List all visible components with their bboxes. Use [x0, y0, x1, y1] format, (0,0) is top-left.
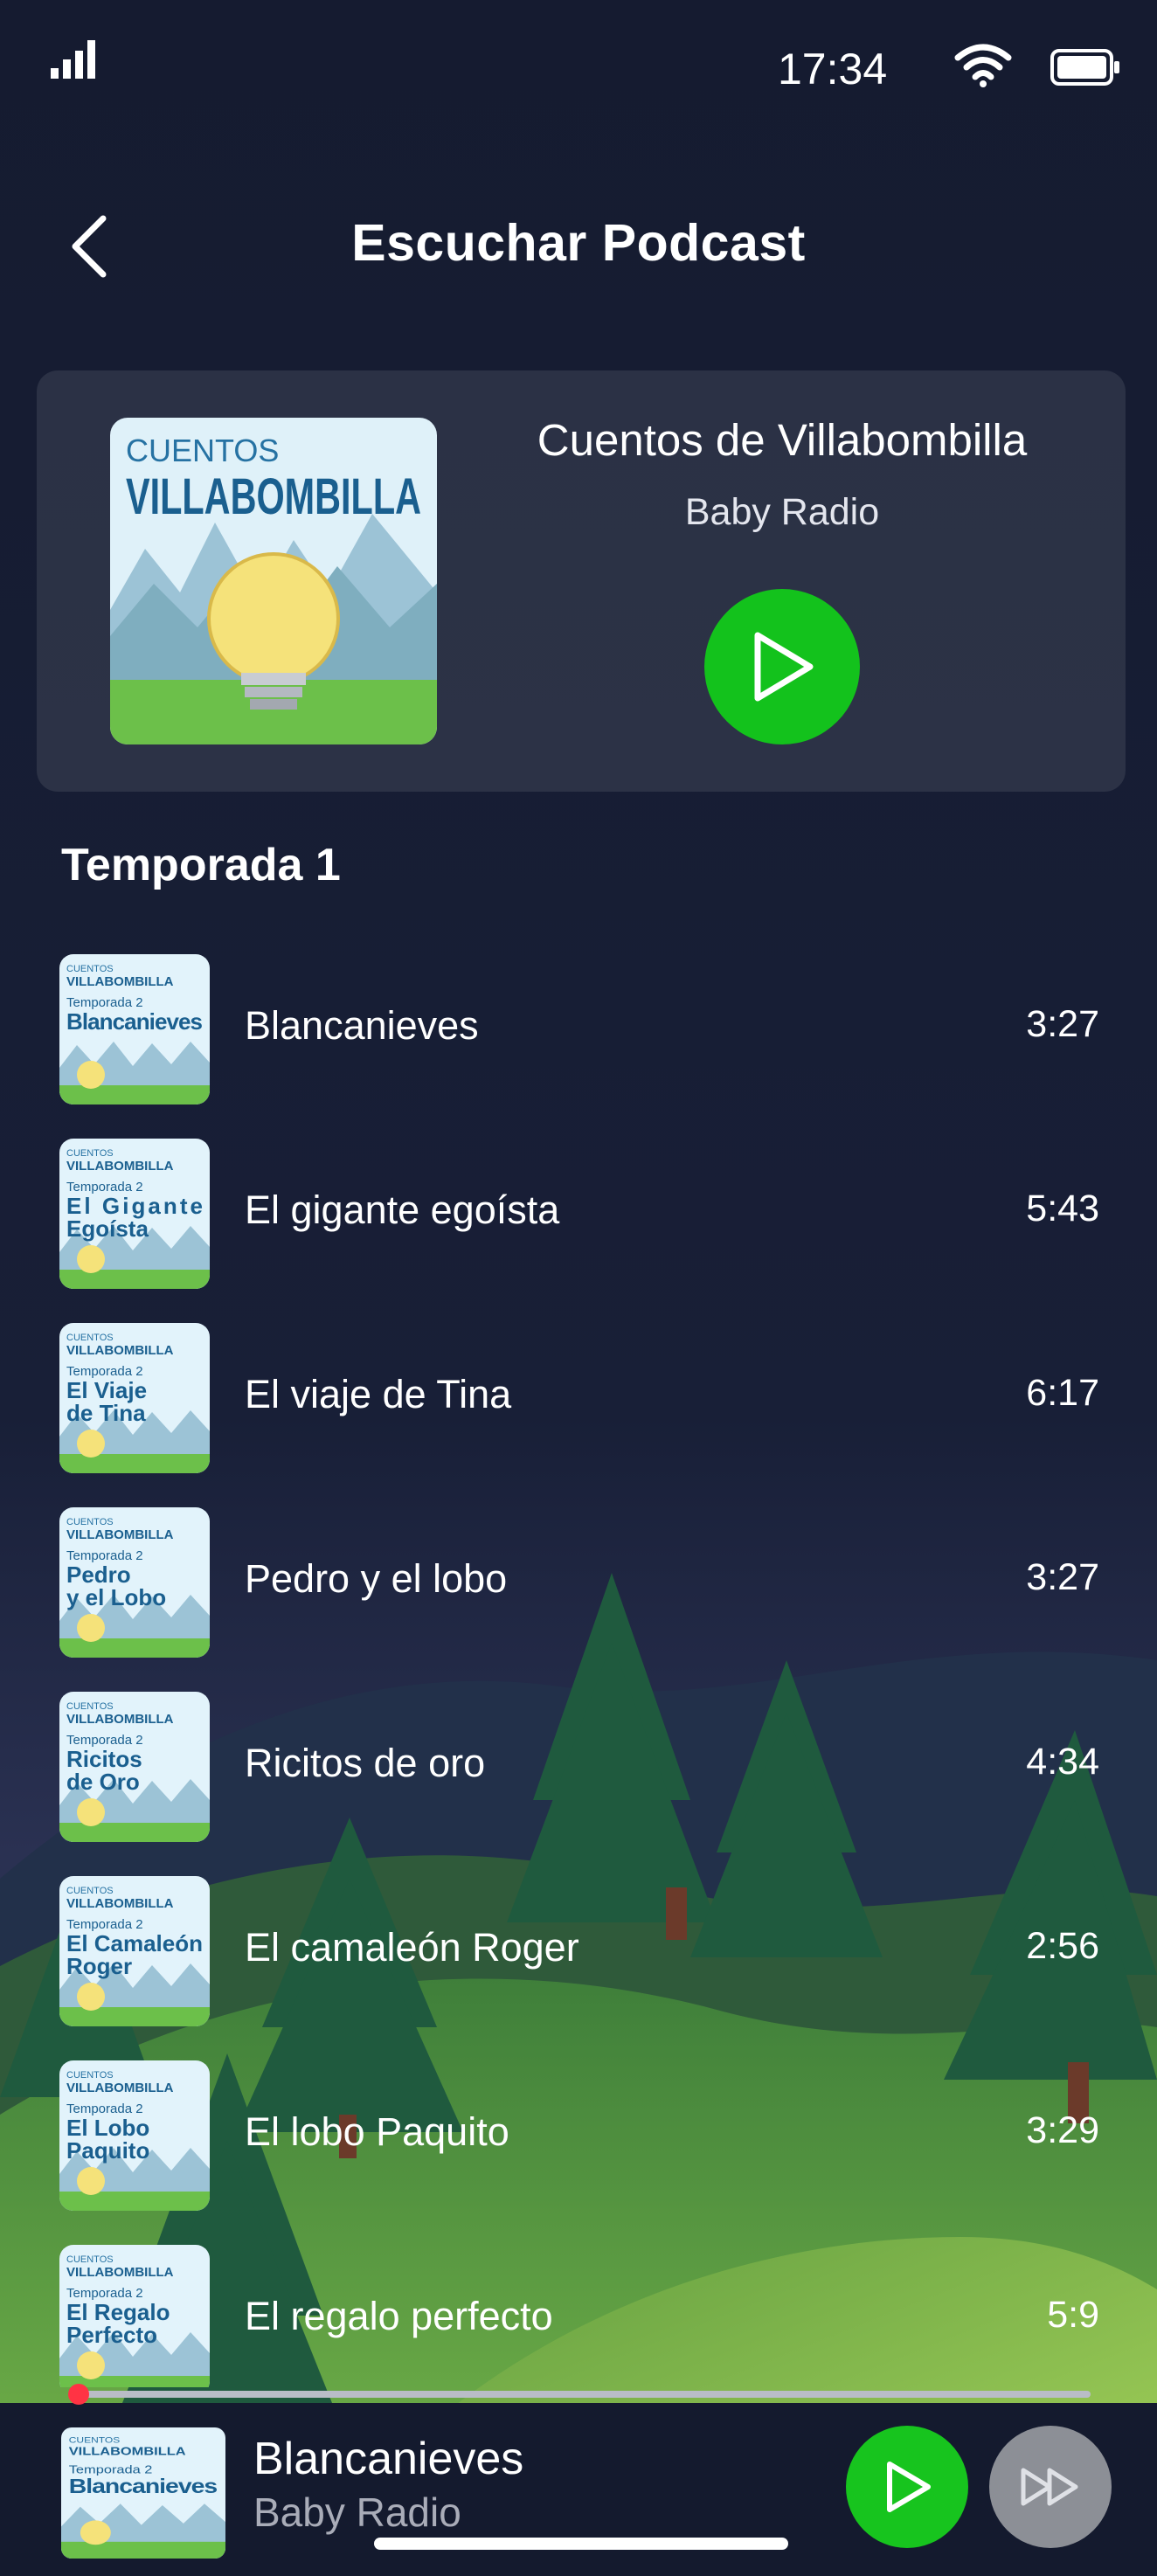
svg-text:VILLABOMBILLA: VILLABOMBILLA	[66, 1527, 174, 1542]
podcast-author: Baby Radio	[684, 491, 880, 533]
episode-thumbnail: CUENTOS VILLABOMBILLA Temporada 2 Pedro y el…	[59, 1507, 210, 1658]
episode-list: CUENTOS VILLABOMBILLA Temporada 2 Blancanie…	[0, 954, 1157, 2387]
svg-text:CUENTOS: CUENTOS	[126, 433, 279, 468]
svg-text:VILLABOMBILLA: VILLABOMBILLA	[66, 1896, 174, 1911]
player-next-button[interactable]	[989, 2426, 1112, 2548]
episode-row[interactable]: CUENTOS VILLABOMBILLA Temporada 2 Pedro y el…	[0, 1507, 1157, 1658]
svg-text:CUENTOS: CUENTOS	[66, 2070, 114, 2081]
episode-duration: 2:56	[1026, 1925, 1099, 1967]
play-icon	[887, 2462, 931, 2512]
svg-text:CUENTOS: CUENTOS	[69, 2436, 120, 2446]
episode-row[interactable]: CUENTOS VILLABOMBILLA Temporada 2 El Regalo…	[0, 2245, 1157, 2387]
svg-text:VILLABOMBILLA: VILLABOMBILLA	[69, 2446, 186, 2458]
svg-text:de Oro: de Oro	[66, 1769, 140, 1795]
svg-text:CUENTOS: CUENTOS	[66, 1701, 114, 1712]
episode-duration: 3:27	[1026, 1556, 1099, 1598]
svg-text:y el Lobo: y el Lobo	[66, 1584, 166, 1610]
svg-text:CUENTOS: CUENTOS	[66, 1517, 114, 1527]
page-title: Escuchar Podcast	[351, 214, 806, 272]
episode-thumbnail: CUENTOS VILLABOMBILLA Temporada 2 El Viaje d…	[59, 1323, 210, 1473]
episode-row[interactable]: CUENTOS VILLABOMBILLA Temporada 2 El Camale…	[0, 1876, 1157, 2026]
svg-text:VILLABOMBILLA: VILLABOMBILLA	[66, 1159, 174, 1174]
home-indicator[interactable]	[374, 2538, 788, 2550]
signal-icon	[51, 40, 96, 83]
episode-thumbnail: CUENTOS VILLABOMBILLA Temporada 2 Blancanie…	[59, 954, 210, 1104]
svg-text:Blancanieves: Blancanieves	[69, 2476, 218, 2498]
fast-forward-icon	[1021, 2468, 1078, 2506]
episode-title: El viaje de Tina	[245, 1372, 512, 1416]
episode-thumbnail: CUENTOS VILLABOMBILLA Temporada 2 El Lobo Pa…	[59, 2060, 210, 2211]
episode-row[interactable]: CUENTOS VILLABOMBILLA Temporada 2 El Lobo Pa…	[0, 2060, 1157, 2211]
episode-cover-art: CUENTOSVILLABOMBILLATemporada 2Ricitosde…	[59, 1692, 210, 1842]
episode-thumbnail: CUENTOS VILLABOMBILLA Temporada 2 El Gigant…	[59, 1139, 210, 1289]
episode-row[interactable]: CUENTOS VILLABOMBILLA Temporada 2 El Viaje d…	[0, 1323, 1157, 1473]
svg-text:Temporada 2: Temporada 2	[69, 2464, 153, 2476]
svg-text:Paquito: Paquito	[66, 2137, 149, 2164]
episode-title: El regalo perfecto	[245, 2294, 553, 2338]
episode-title: El camaleón Roger	[245, 1925, 579, 1970]
season-title: Temporada 1	[61, 840, 341, 890]
battery-icon	[1050, 49, 1120, 90]
svg-text:CUENTOS: CUENTOS	[66, 1886, 114, 1896]
episode-duration: 6:17	[1026, 1372, 1099, 1414]
episode-cover-art: CUENTOSVILLABOMBILLA Temporada 2Blancanie…	[61, 2427, 225, 2559]
episode-duration: 4:34	[1026, 1741, 1099, 1783]
episode-cover-art: CUENTOSVILLABOMBILLATemporada 2El LoboPa…	[59, 2060, 210, 2211]
podcast-play-button[interactable]	[704, 589, 860, 744]
svg-text:VILLABOMBILLA: VILLABOMBILLA	[66, 1712, 174, 1727]
now-playing-author: Baby Radio	[253, 2489, 461, 2535]
svg-text:Egoísta: Egoísta	[66, 1215, 149, 1242]
now-playing-thumbnail: CUENTOS VILLABOMBILLA Temporada 2 Blancanie…	[61, 2427, 225, 2559]
svg-text:VILLABOMBILLA: VILLABOMBILLA	[66, 1343, 174, 1358]
svg-text:CUENTOS: CUENTOS	[66, 2254, 114, 2265]
episode-title: El gigante egoísta	[245, 1188, 560, 1232]
episode-cover-art: CUENTOSVILLABOMBILLATemporada 2El Camale…	[59, 1876, 210, 2026]
episode-cover-art: CUENTOSVILLABOMBILLATemporada 2Pedroy el…	[59, 1507, 210, 1658]
episode-thumbnail: CUENTOS VILLABOMBILLA Temporada 2 El Regalo…	[59, 2245, 210, 2387]
svg-text:CUENTOS: CUENTOS	[66, 964, 114, 974]
episode-row[interactable]: CUENTOS VILLABOMBILLA Temporada 2 Blancanie…	[0, 954, 1157, 1104]
episode-duration: 5:9	[1047, 2294, 1099, 2336]
progress-track[interactable]	[73, 2391, 1091, 2398]
episode-duration: 5:43	[1026, 1188, 1099, 1229]
status-time: 17:34	[778, 45, 888, 93]
episode-cover-art: CUENTOSVILLABOMBILLATemporada 2El Gigant…	[59, 1139, 210, 1289]
svg-text:VILLABOMBILLA: VILLABOMBILLA	[66, 2081, 174, 2095]
episode-cover-art: CUENTOSVILLABOMBILLATemporada 2El Regalo…	[59, 2245, 210, 2387]
svg-text:VILLABOMBILLA: VILLABOMBILLA	[126, 468, 421, 525]
now-playing-title: Blancanieves	[253, 2434, 524, 2484]
podcast-cover: CUENTOS VILLABOMBILLA	[110, 418, 437, 744]
svg-text:Perfecto: Perfecto	[66, 2322, 157, 2348]
svg-text:Blancanieves: Blancanieves	[66, 1008, 203, 1035]
episode-row[interactable]: CUENTOS VILLABOMBILLA Temporada 2 Ricitos de…	[0, 1692, 1157, 1842]
svg-text:Roger: Roger	[66, 1953, 132, 1979]
player-play-button[interactable]	[846, 2426, 968, 2548]
svg-text:VILLABOMBILLA: VILLABOMBILLA	[66, 974, 174, 989]
podcast-title: Cuentos de Villabombilla	[537, 415, 1028, 465]
svg-text:CUENTOS: CUENTOS	[66, 1148, 114, 1159]
episode-cover-art: CUENTOSVILLABOMBILLATemporada 2Blancanie…	[59, 954, 210, 1104]
episode-duration: 3:27	[1026, 1003, 1099, 1045]
episode-title: Pedro y el lobo	[245, 1556, 508, 1601]
episode-title: Blancanieves	[245, 1003, 479, 1048]
episode-duration: 3:29	[1026, 2109, 1099, 2151]
svg-text:VILLABOMBILLA: VILLABOMBILLA	[66, 2265, 174, 2280]
episode-title: Ricitos de oro	[245, 1741, 486, 1785]
progress-knob[interactable]	[68, 2384, 89, 2405]
svg-text:CUENTOS: CUENTOS	[66, 1333, 114, 1343]
play-icon	[754, 632, 814, 702]
episode-thumbnail: CUENTOS VILLABOMBILLA Temporada 2 El Camale…	[59, 1876, 210, 2026]
episode-cover-art: CUENTOSVILLABOMBILLATemporada 2El Viajed…	[59, 1323, 210, 1473]
wifi-icon	[954, 42, 1012, 92]
episode-row[interactable]: CUENTOS VILLABOMBILLA Temporada 2 El Gigant…	[0, 1139, 1157, 1289]
episode-title: El lobo Paquito	[245, 2109, 509, 2154]
svg-text:de Tina: de Tina	[66, 1400, 146, 1426]
episode-thumbnail: CUENTOS VILLABOMBILLA Temporada 2 Ricitos de…	[59, 1692, 210, 1842]
